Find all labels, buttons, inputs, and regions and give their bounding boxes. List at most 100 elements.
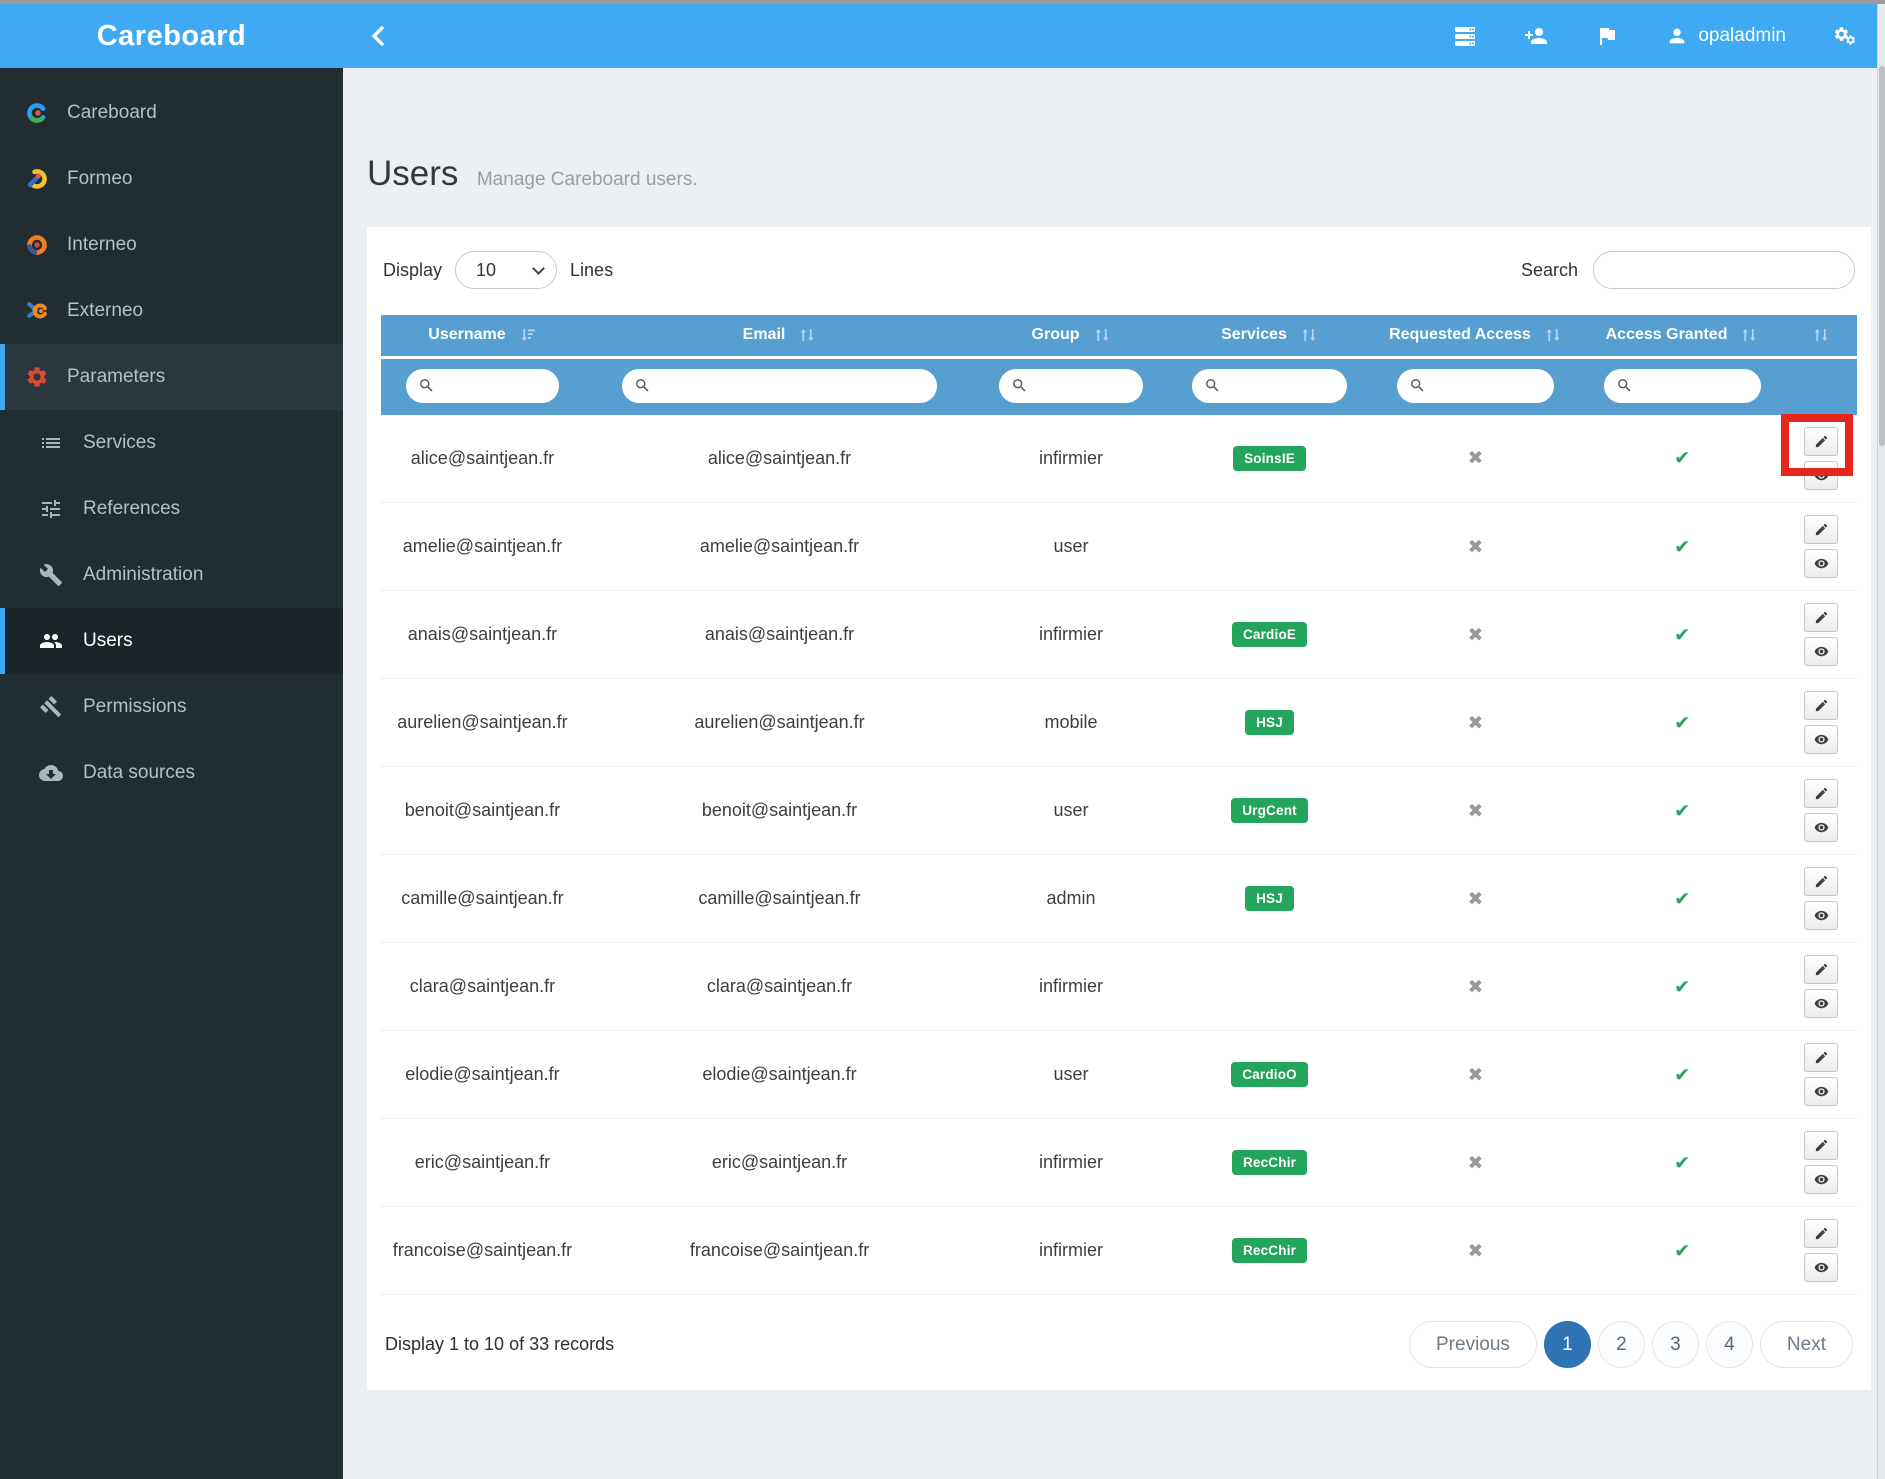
edit-button[interactable] [1804, 1043, 1839, 1072]
sidebar-item-permissions[interactable]: Permissions [0, 674, 343, 740]
pagination: Previous 1 2 3 4 Next [1409, 1321, 1853, 1368]
services-filter-input[interactable] [1226, 377, 1338, 394]
cell-requested-access: ✖ [1372, 590, 1579, 679]
view-button[interactable] [1804, 901, 1839, 930]
sidebar-item-label: Parameters [67, 366, 166, 387]
search-icon [1012, 379, 1026, 392]
cell-email: amelie@saintjean.fr [583, 502, 976, 591]
flag-icon [1600, 28, 1616, 45]
column-header-access-granted[interactable]: Access Granted [1578, 315, 1786, 357]
sidebar-item-formeo[interactable]: Formeo [0, 146, 343, 212]
sidebar-item-interneo[interactable]: Interneo [0, 212, 343, 278]
cell-access-granted: ✔ [1578, 414, 1786, 503]
view-button[interactable] [1804, 637, 1839, 666]
edit-button[interactable] [1804, 515, 1839, 544]
sidebar-item-data-sources[interactable]: Data sources [0, 740, 343, 806]
flag-button[interactable] [1595, 24, 1619, 48]
cell-username: alice@saintjean.fr [381, 414, 584, 503]
pencil-icon [1815, 875, 1827, 888]
sidebar-item-services[interactable]: Services [0, 410, 343, 476]
scrollbar-thumb[interactable] [1879, 66, 1885, 446]
sidebar-collapse-button[interactable] [367, 24, 391, 48]
view-button[interactable] [1804, 1253, 1839, 1282]
sort-icon [1546, 329, 1560, 342]
view-button[interactable] [1804, 725, 1839, 754]
group-filter-input[interactable] [1033, 377, 1134, 394]
cell-access-granted: ✔ [1578, 502, 1786, 591]
access-granted-filter [1603, 368, 1761, 403]
edit-button[interactable] [1804, 779, 1839, 808]
cell-actions [1785, 678, 1857, 767]
edit-button[interactable] [1804, 955, 1839, 984]
sidebar-item-externeo[interactable]: Externeo [0, 278, 343, 344]
edit-button[interactable] [1804, 691, 1839, 720]
requested-access-mark: ✖ [1467, 887, 1484, 910]
pagination-page-1[interactable]: 1 [1543, 1321, 1591, 1368]
page-size-select[interactable]: 10 [455, 251, 558, 289]
pagination-page-2[interactable]: 2 [1597, 1321, 1645, 1368]
column-header-group[interactable]: Group [975, 315, 1167, 357]
username-filter [405, 368, 560, 403]
view-button[interactable] [1804, 1077, 1839, 1106]
table-search-input[interactable] [1593, 251, 1855, 289]
panel-footer: Display 1 to 10 of 33 records Previous 1… [381, 1321, 1857, 1368]
view-button[interactable] [1804, 549, 1839, 578]
access-granted-mark: ✔ [1674, 447, 1690, 470]
requested-access-mark: ✖ [1467, 799, 1484, 822]
username-filter-input[interactable] [440, 377, 550, 394]
cell-access-granted: ✔ [1578, 1030, 1786, 1119]
sidebar-item-administration[interactable]: Administration [0, 542, 343, 608]
user-menu[interactable]: opaladmin [1666, 25, 1786, 47]
cell-services: UrgCent [1166, 766, 1373, 855]
cell-services [1166, 942, 1373, 1031]
access-granted-filter-input[interactable] [1638, 377, 1751, 394]
sidebar-item-references[interactable]: References [0, 476, 343, 542]
cell-username: clara@saintjean.fr [381, 942, 584, 1031]
access-granted-mark: ✔ [1674, 1239, 1690, 1262]
service-badge: CardioO [1231, 1062, 1308, 1087]
table-row: anais@saintjean.fr anais@saintjean.fr in… [381, 590, 1857, 679]
requested-access-filter-input[interactable] [1431, 377, 1544, 394]
cell-services [1166, 502, 1373, 591]
requested-access-mark: ✖ [1467, 1151, 1484, 1174]
edit-button[interactable] [1804, 426, 1839, 456]
sort-amount-icon [521, 329, 535, 342]
table-header-row: Username Email Group Services Requested … [381, 315, 1857, 357]
column-header-email[interactable]: Email [583, 315, 976, 357]
servers-button[interactable] [1453, 24, 1477, 48]
edit-button[interactable] [1804, 1219, 1839, 1248]
requested-access-mark: ✖ [1467, 623, 1484, 646]
sidebar-item-careboard[interactable]: Careboard [0, 80, 343, 146]
cogs-icon [1834, 27, 1856, 45]
column-header-actions[interactable] [1785, 315, 1857, 357]
pagination-page-3[interactable]: 3 [1651, 1321, 1699, 1368]
column-header-requested-access[interactable]: Requested Access [1372, 315, 1579, 357]
view-button[interactable] [1804, 1165, 1839, 1194]
pagination-page-4[interactable]: 4 [1705, 1321, 1753, 1368]
cell-services: HSJ [1166, 854, 1373, 943]
cell-username: eric@saintjean.fr [381, 1118, 584, 1207]
column-header-username[interactable]: Username [381, 315, 584, 357]
add-user-button[interactable] [1524, 24, 1548, 48]
cell-username: francoise@saintjean.fr [381, 1206, 584, 1295]
sidebar-item-label: Data sources [83, 762, 195, 783]
column-header-services[interactable]: Services [1166, 315, 1373, 357]
table-row: amelie@saintjean.fr amelie@saintjean.fr … [381, 502, 1857, 591]
edit-button[interactable] [1804, 867, 1839, 896]
edit-button[interactable] [1804, 603, 1839, 632]
requested-access-mark: ✖ [1467, 1063, 1484, 1086]
email-filter-input[interactable] [656, 377, 928, 394]
cell-email: benoit@saintjean.fr [583, 766, 976, 855]
edit-button[interactable] [1804, 1131, 1839, 1160]
view-button[interactable] [1804, 813, 1839, 842]
page-scrollbar[interactable] [1877, 4, 1885, 1479]
settings-button[interactable] [1833, 24, 1857, 48]
sidebar-item-users[interactable]: Users [0, 608, 343, 674]
users-icon [38, 628, 64, 654]
application-window: Careboard Careboard Formeo Interneo Exte… [0, 0, 1885, 1479]
pagination-previous[interactable]: Previous [1409, 1321, 1537, 1368]
sidebar-item-parameters[interactable]: Parameters [0, 344, 343, 410]
view-button[interactable] [1804, 989, 1839, 1018]
view-button[interactable] [1804, 460, 1839, 490]
pagination-next[interactable]: Next [1759, 1321, 1853, 1368]
